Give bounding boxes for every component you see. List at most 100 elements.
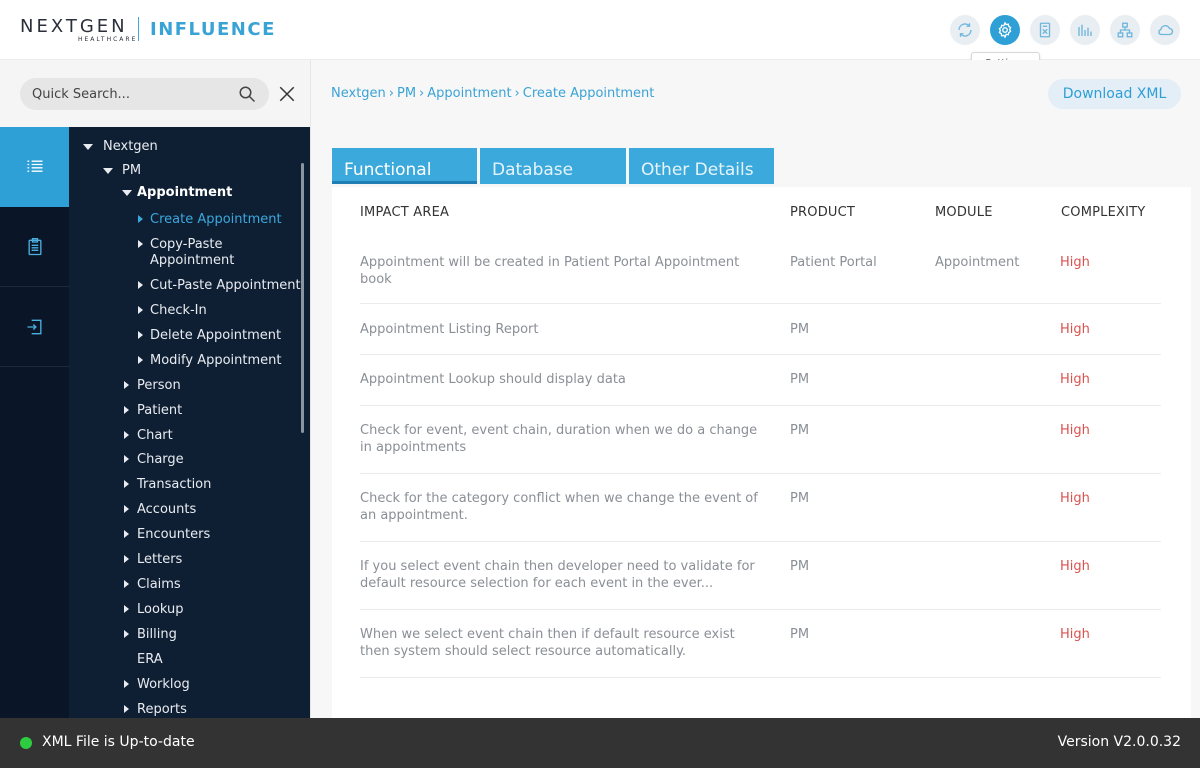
rail-item-list[interactable] bbox=[0, 127, 69, 207]
caret-right-icon[interactable] bbox=[124, 705, 129, 713]
tree-node-era[interactable]: ERA bbox=[137, 652, 163, 668]
rail-item-login[interactable] bbox=[0, 287, 69, 367]
settings-icon[interactable] bbox=[990, 15, 1020, 45]
calculator-icon[interactable] bbox=[1030, 15, 1060, 45]
search-icon[interactable] bbox=[238, 85, 256, 103]
tree-node-lookup[interactable]: Lookup bbox=[137, 602, 184, 618]
tree-node-pm[interactable]: PM bbox=[122, 163, 141, 179]
rail-item-clipboard[interactable] bbox=[0, 207, 69, 287]
chevron-right-icon: › bbox=[388, 86, 394, 101]
breadcrumb: Nextgen › PM › Appointment › Create Appointmen… bbox=[331, 86, 654, 101]
caret-right-icon[interactable] bbox=[138, 281, 143, 289]
tree-node-check-in[interactable]: Check-In bbox=[150, 303, 207, 319]
download-xml-button[interactable]: Download XML bbox=[1048, 79, 1181, 109]
caret-right-icon[interactable] bbox=[124, 381, 129, 389]
caret-right-icon[interactable] bbox=[124, 680, 129, 688]
cell-complexity: High bbox=[1060, 491, 1090, 506]
cell-product: PM bbox=[790, 559, 810, 574]
status-text: XML File is Up-to-date bbox=[42, 734, 195, 750]
caret-right-icon[interactable] bbox=[124, 431, 129, 439]
caret-right-icon[interactable] bbox=[124, 530, 129, 538]
tab-database[interactable]: Database bbox=[480, 148, 626, 184]
cloud-icon[interactable] bbox=[1150, 15, 1180, 45]
logo-divider bbox=[138, 17, 139, 41]
search-box bbox=[20, 78, 269, 110]
tree-node-letters[interactable]: Letters bbox=[137, 552, 182, 568]
tree-node-reports[interactable]: Reports bbox=[137, 702, 187, 718]
caret-right-icon[interactable] bbox=[138, 240, 143, 248]
caret-right-icon[interactable] bbox=[124, 406, 129, 414]
table-row[interactable]: Appointment will be created in Patient P… bbox=[360, 253, 1161, 304]
caret-down-icon[interactable] bbox=[83, 144, 93, 150]
cell-impact-area: Check for the category conflict when we … bbox=[360, 491, 758, 523]
logo-sub: HEALTHCARE bbox=[78, 36, 138, 43]
tree-node-chart[interactable]: Chart bbox=[137, 428, 173, 444]
caret-right-icon[interactable] bbox=[138, 215, 143, 223]
breadcrumb-item[interactable]: Appointment bbox=[427, 86, 511, 101]
breadcrumb-item[interactable]: Create Appointment bbox=[523, 86, 655, 101]
caret-right-icon[interactable] bbox=[138, 331, 143, 339]
app-header: NEXTGEN HEALTHCARE INFLUENCE bbox=[0, 0, 1200, 60]
tree-node-person[interactable]: Person bbox=[137, 378, 181, 394]
tree-node-appointment[interactable]: Appointment bbox=[137, 185, 232, 201]
table-row[interactable]: Check for the category conflict when we … bbox=[360, 474, 1161, 542]
breadcrumb-item[interactable]: PM bbox=[397, 86, 416, 101]
refresh-icon[interactable] bbox=[950, 15, 980, 45]
tree-node-nextgen[interactable]: Nextgen bbox=[103, 139, 158, 155]
tree-node-patient[interactable]: Patient bbox=[137, 403, 182, 419]
caret-right-icon[interactable] bbox=[124, 455, 129, 463]
table-row[interactable]: Appointment Lookup should display data P… bbox=[360, 355, 1161, 406]
tree-node-encounters[interactable]: Encounters bbox=[137, 527, 210, 543]
tree-scrollbar[interactable] bbox=[301, 163, 304, 433]
tree-node-charge[interactable]: Charge bbox=[137, 452, 184, 468]
tree-node-billing[interactable]: Billing bbox=[137, 627, 177, 643]
chart-bars-icon[interactable] bbox=[1070, 15, 1100, 45]
breadcrumb-item[interactable]: Nextgen bbox=[331, 86, 386, 101]
version-label: Version V2.0.0.32 bbox=[1057, 734, 1181, 750]
cell-impact-area: Appointment Listing Report bbox=[360, 322, 539, 337]
tree-node-copy-paste-appointment[interactable]: Copy-Paste Appointment bbox=[150, 237, 260, 269]
caret-right-icon[interactable] bbox=[124, 605, 129, 613]
close-icon[interactable] bbox=[278, 85, 296, 103]
column-header-module: MODULE bbox=[935, 205, 993, 220]
tree-node-delete-appointment[interactable]: Delete Appointment bbox=[150, 328, 281, 344]
cell-complexity: High bbox=[1060, 559, 1090, 574]
cell-impact-area: Appointment Lookup should display data bbox=[360, 372, 626, 387]
table-row[interactable]: If you select event chain then developer… bbox=[360, 542, 1161, 610]
cell-impact-area: If you select event chain then developer… bbox=[360, 559, 755, 591]
search-input[interactable] bbox=[32, 78, 232, 110]
tree-node-modify-appointment[interactable]: Modify Appointment bbox=[150, 353, 282, 369]
chevron-right-icon: › bbox=[514, 86, 520, 101]
cell-product: PM bbox=[790, 627, 810, 642]
caret-right-icon[interactable] bbox=[124, 630, 129, 638]
table-row[interactable]: When we select event chain then if defau… bbox=[360, 610, 1161, 678]
cell-product: PM bbox=[790, 423, 810, 438]
tab-other-details[interactable]: Other Details bbox=[629, 148, 774, 184]
product-name: INFLUENCE bbox=[150, 19, 276, 40]
tree-node-transaction[interactable]: Transaction bbox=[137, 477, 211, 493]
caret-right-icon[interactable] bbox=[124, 480, 129, 488]
cell-product: PM bbox=[790, 372, 810, 387]
caret-right-icon[interactable] bbox=[138, 356, 143, 364]
cell-complexity: High bbox=[1060, 372, 1090, 387]
caret-right-icon[interactable] bbox=[124, 505, 129, 513]
status-indicator-icon bbox=[20, 737, 32, 749]
tree-node-cut-paste-appointment[interactable]: Cut-Paste Appointment bbox=[150, 278, 301, 294]
tree-node-accounts[interactable]: Accounts bbox=[137, 502, 196, 518]
table-row[interactable]: Appointment Listing Report PM High bbox=[360, 304, 1161, 355]
caret-right-icon[interactable] bbox=[124, 555, 129, 563]
hierarchy-icon[interactable] bbox=[1110, 15, 1140, 45]
tab-functional[interactable]: Functional bbox=[332, 148, 477, 184]
tree-node-claims[interactable]: Claims bbox=[137, 577, 181, 593]
cell-complexity: High bbox=[1060, 322, 1090, 337]
caret-down-icon[interactable] bbox=[103, 168, 113, 174]
caret-right-icon[interactable] bbox=[124, 580, 129, 588]
caret-right-icon[interactable] bbox=[138, 306, 143, 314]
table-row[interactable]: Check for event, event chain, duration w… bbox=[360, 406, 1161, 474]
main-panel: Nextgen › PM › Appointment › Create Appointmen… bbox=[310, 60, 1200, 718]
cell-product: PM bbox=[790, 322, 810, 337]
tree-node-worklog[interactable]: Worklog bbox=[137, 677, 190, 693]
tree-node-create-appointment[interactable]: Create Appointment bbox=[150, 212, 282, 228]
caret-down-icon[interactable] bbox=[122, 190, 132, 196]
clipboard-icon bbox=[28, 237, 41, 255]
